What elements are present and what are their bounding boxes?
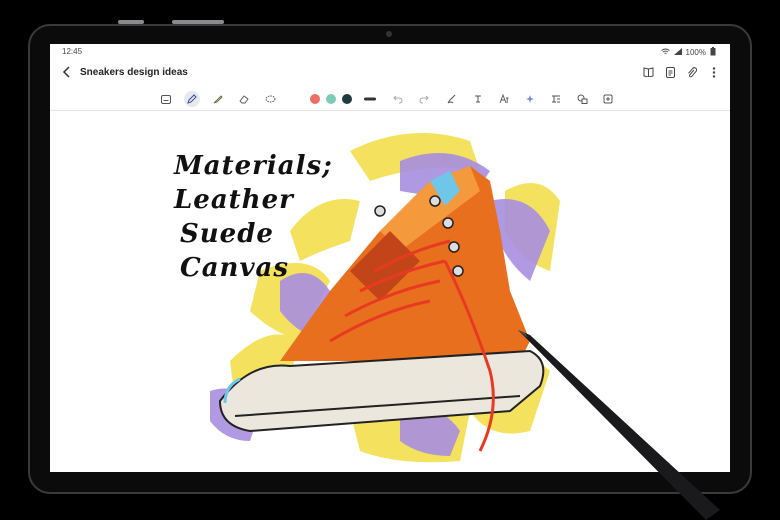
lasso-tool-button[interactable] [262,91,278,107]
redo-icon [419,95,429,103]
stroke-width-button[interactable] [362,91,378,107]
sneaker-illustration [210,133,560,463]
battery-level: 100% [685,48,706,57]
tablet-screen: 12:45 100% Sneakers design ideas Materia… [50,44,730,472]
book-icon [643,67,653,77]
more-vertical-icon [712,66,716,78]
back-arrow-icon [62,66,70,78]
convert-text-icon [552,95,560,103]
handwritten-line-4: Canvas [180,253,290,283]
text-style-icon [475,95,481,103]
app-bar: Sneakers design ideas [50,60,730,88]
convert-text-button[interactable] [548,91,564,107]
ai-assist-button[interactable] [522,91,538,107]
pen-icon [187,94,197,104]
handwritten-line-1: Materials; [174,151,333,181]
drawing-toolbar [50,88,730,111]
color-dark-swatch[interactable] [342,94,352,104]
note-canvas[interactable]: Materials; Leather Suede Canvas [50,111,730,472]
wifi-icon [660,48,670,57]
highlighter-tool-button[interactable] [210,91,226,107]
paperclip-icon [688,66,697,77]
note-title: Sneakers design ideas [80,67,188,78]
signal-icon [673,48,682,57]
more-options-button[interactable] [706,64,722,80]
lasso-icon [265,95,275,102]
undo-icon [393,95,403,103]
font-button[interactable] [496,91,512,107]
eraser-tool-button[interactable] [236,91,252,107]
handwriting-button[interactable] [444,91,460,107]
shapes-button[interactable] [574,91,590,107]
back-button[interactable] [58,64,76,82]
handwritten-line-2: Leather [174,185,294,215]
color-mint-swatch[interactable] [326,94,336,104]
handwriting-icon [447,94,456,104]
document-icon [665,66,675,78]
status-time: 12:45 [62,47,83,56]
insert-icon [603,94,613,104]
text-mode-button[interactable] [158,91,174,107]
pen-tool-button[interactable] [184,91,200,107]
page-view-button[interactable] [662,64,678,80]
shapes-icon [577,94,587,104]
book-view-button[interactable] [640,64,656,80]
eraser-icon [239,95,249,104]
status-icons: 100% [660,47,716,58]
stroke-width-icon [364,97,376,101]
color-red-swatch[interactable] [310,94,320,104]
undo-button[interactable] [390,91,406,107]
highlighter-icon [213,95,223,104]
handwritten-line-3: Suede [180,219,274,249]
insert-button[interactable] [600,91,616,107]
attach-button[interactable] [684,64,700,80]
text-style-button[interactable] [470,91,486,107]
font-icon [499,94,509,104]
ai-sparkle-icon [526,95,534,103]
keyboard-icon [161,94,171,104]
front-camera [386,31,392,37]
battery-icon [710,47,716,58]
redo-button[interactable] [416,91,432,107]
status-bar: 12:45 100% [50,44,730,58]
app-actions [640,64,722,80]
